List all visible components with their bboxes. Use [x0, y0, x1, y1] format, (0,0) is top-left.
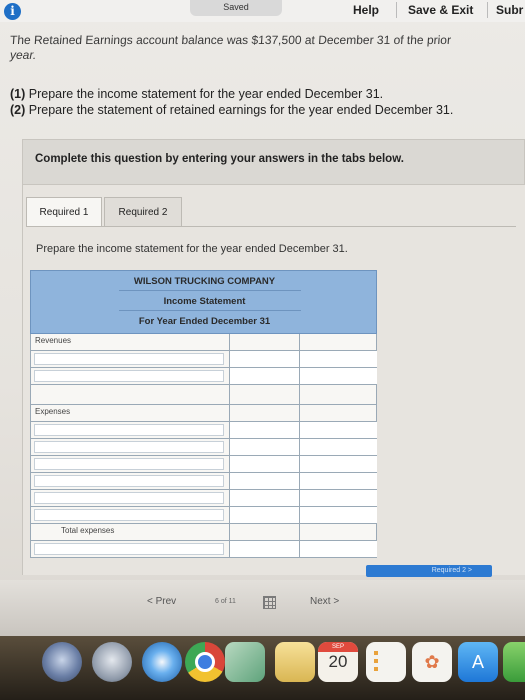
total-input[interactable] [299, 439, 377, 455]
revenues-label: Revenues [35, 336, 72, 345]
expenses-header-row: Expenses [30, 405, 377, 422]
expense-input-row [30, 422, 377, 439]
intro-line-2: year. [10, 48, 37, 62]
page-info: 6 of 11 [215, 598, 236, 605]
revenue-input-row [30, 351, 377, 368]
requirement-2: (2) Prepare the statement of retained ea… [10, 103, 454, 117]
amount-input[interactable] [229, 456, 299, 472]
tab-divider [26, 226, 516, 227]
total-input[interactable] [299, 541, 377, 557]
total-input[interactable] [299, 507, 377, 523]
amount-input[interactable] [229, 368, 299, 384]
safari-icon[interactable] [142, 642, 182, 682]
top-toolbar: i Saved Help Save & Exit Subr [0, 0, 525, 22]
prev-button[interactable]: < Prev [147, 596, 176, 607]
intro-line-1: The Retained Earnings account balance wa… [9, 33, 452, 47]
tab-required-2[interactable]: Required 2 [104, 197, 182, 227]
amount-cell [229, 334, 299, 350]
launchpad-icon[interactable] [42, 642, 82, 682]
submit-button[interactable]: Subr [496, 1, 523, 19]
total-cell [299, 405, 377, 421]
revenue-input-row [30, 368, 377, 385]
problem-intro: The Retained Earnings account balance wa… [10, 33, 525, 63]
amount-input[interactable] [229, 490, 299, 506]
total-input[interactable] [299, 351, 377, 367]
amount-input[interactable] [229, 507, 299, 523]
account-name-input[interactable] [34, 424, 224, 436]
total-expenses-label: Total expenses [61, 526, 115, 535]
statement-period: For Year Ended December 31 [138, 316, 271, 327]
requirement-1: (1) Prepare the income statement for the… [10, 87, 384, 101]
total-input[interactable] [299, 490, 377, 506]
spacer-row [30, 385, 377, 405]
net-income-row [30, 541, 377, 558]
toolbar-divider [487, 2, 488, 18]
tab-prompt: Prepare the income statement for the yea… [36, 243, 348, 255]
help-button[interactable]: Help [353, 1, 379, 19]
app-store-icon[interactable]: A [458, 642, 498, 682]
income-statement-table: WILSON TRUCKING COMPANY Income Statement… [30, 270, 378, 558]
amount-cell [229, 524, 299, 540]
grid-icon[interactable] [263, 596, 276, 609]
amount-cell [229, 541, 299, 557]
dock: SEP 20 ✿ A [0, 636, 525, 700]
account-name-input[interactable] [34, 458, 224, 470]
total-input[interactable] [299, 524, 377, 540]
requirements-list: (1) Prepare the income statement for the… [10, 86, 453, 118]
notes-icon[interactable] [275, 642, 315, 682]
instruction-banner: Complete this question by entering your … [22, 139, 525, 185]
amount-input[interactable] [229, 351, 299, 367]
total-cell [299, 334, 377, 350]
statement-header: WILSON TRUCKING COMPANY Income Statement… [30, 270, 377, 334]
expense-input-row [30, 490, 377, 507]
page-navigation: < Prev 6 of 11 Next > [0, 580, 525, 636]
expense-input-row [30, 473, 377, 490]
toolbar-divider [396, 2, 397, 18]
amount-input[interactable] [229, 473, 299, 489]
statement-title: Income Statement [163, 296, 246, 307]
amount-cell [229, 405, 299, 421]
instruction-text: Complete this question by entering your … [35, 153, 404, 165]
account-name-input[interactable] [34, 509, 224, 521]
account-name-input[interactable] [34, 441, 224, 453]
preview-icon[interactable] [225, 642, 265, 682]
total-input[interactable] [299, 368, 377, 384]
expense-input-row [30, 507, 377, 524]
header-divider [119, 290, 301, 291]
total-input[interactable] [299, 456, 377, 472]
total-expenses-row: Total expenses [30, 524, 377, 541]
account-name-input[interactable] [34, 543, 224, 555]
info-icon[interactable]: i [4, 3, 21, 20]
total-input[interactable] [299, 422, 377, 438]
total-input[interactable] [299, 473, 377, 489]
tab-required-1[interactable]: Required 1 [26, 197, 102, 227]
header-divider [119, 310, 301, 311]
photos-icon[interactable]: ✿ [412, 642, 452, 682]
amount-input[interactable] [229, 439, 299, 455]
account-name-input[interactable] [34, 475, 224, 487]
calendar-icon[interactable]: SEP 20 [318, 642, 358, 682]
total-cell [299, 385, 377, 404]
next-button[interactable]: Next > [310, 596, 339, 607]
account-name-input[interactable] [34, 370, 224, 382]
amount-cell [229, 385, 299, 404]
reminders-icon[interactable] [366, 642, 406, 682]
next-required-button[interactable]: Required 2 > [366, 565, 492, 577]
revenues-header-row: Revenues [30, 334, 377, 351]
app-icon[interactable] [503, 642, 525, 682]
account-name-input[interactable] [34, 353, 224, 365]
account-name-input[interactable] [34, 492, 224, 504]
chrome-icon[interactable] [185, 642, 225, 682]
rocket-icon[interactable] [92, 642, 132, 682]
browser-screen: i Saved Help Save & Exit Subr The Retain… [0, 0, 525, 636]
saved-status: Saved [190, 0, 282, 16]
expense-input-row [30, 456, 377, 473]
calendar-month: SEP [318, 642, 358, 652]
calendar-day: 20 [328, 652, 348, 671]
expense-input-row [30, 439, 377, 456]
company-name: WILSON TRUCKING COMPANY [133, 276, 276, 287]
expenses-label: Expenses [35, 407, 71, 416]
amount-input[interactable] [229, 422, 299, 438]
save-exit-button[interactable]: Save & Exit [408, 1, 473, 19]
